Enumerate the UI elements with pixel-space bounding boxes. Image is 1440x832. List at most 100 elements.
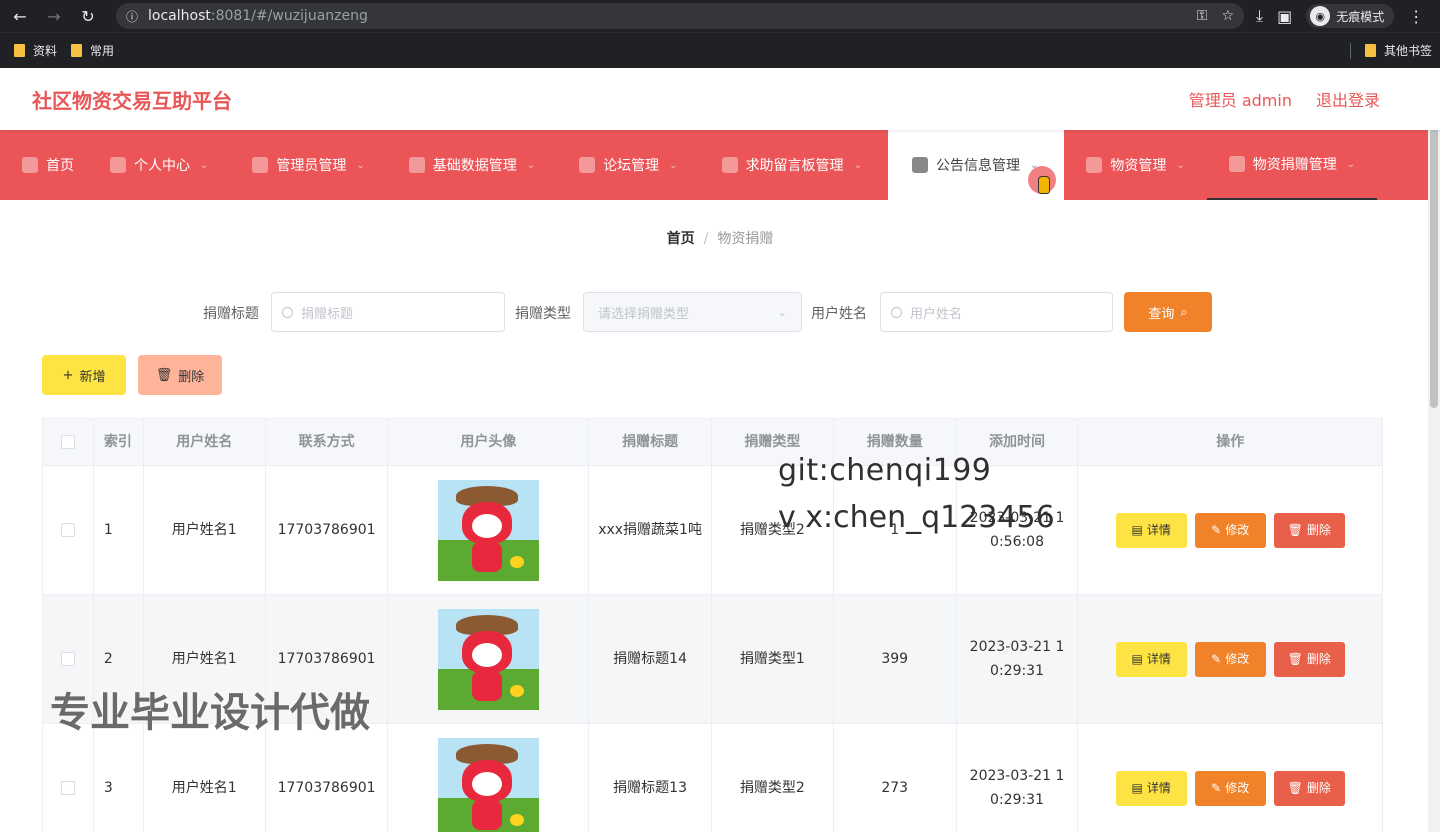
document-icon: ▤: [1131, 652, 1143, 666]
reload-icon[interactable]: ↻: [74, 2, 102, 30]
sidepanel-icon[interactable]: ▣: [1277, 7, 1292, 26]
row-name: 用户姓名1: [144, 724, 266, 832]
menu-item-profile[interactable]: 个人中心 ⌄: [88, 130, 230, 200]
header-checkbox-cell: [43, 419, 94, 465]
edit-label: 修改: [1225, 652, 1250, 666]
avatar: [437, 737, 539, 832]
menu-item-donation[interactable]: 物资捐赠管理 ⌄: [1206, 130, 1378, 200]
edit-label: 修改: [1225, 523, 1250, 537]
donation-table: 索引 用户姓名 联系方式 用户头像 捐赠标题 捐赠类型 捐赠数量 添加时间 操作…: [42, 418, 1383, 832]
row-time-line2: 0:29:31: [990, 663, 1045, 679]
row-time-line2: 0:29:31: [990, 792, 1045, 808]
calendar-icon: [721, 157, 738, 173]
row-phone: 17703786901: [266, 724, 389, 832]
incognito-label: 无痕模式: [1336, 9, 1385, 24]
info-icon[interactable]: ⓘ: [126, 8, 138, 25]
location-icon: [1086, 157, 1103, 173]
watermark-ad: 专业毕业设计代做: [50, 690, 370, 736]
row-ops: ▤ 详情 ✎ 修改 🗑 删除: [1078, 724, 1382, 832]
row-checkbox[interactable]: [60, 781, 75, 795]
header-avatar: 用户头像: [388, 419, 590, 465]
other-bookmarks[interactable]: 其他书签: [1349, 42, 1432, 59]
header-phone: 联系方式: [266, 419, 389, 465]
delete-button[interactable]: 🗑 删除: [1273, 770, 1345, 806]
incognito-icon: ◉: [1310, 6, 1331, 26]
header-title: 捐赠标题: [589, 419, 712, 465]
edit-button[interactable]: ✎ 修改: [1194, 770, 1266, 806]
menu-label: 公告信息管理: [935, 158, 1020, 174]
menu-item-forum[interactable]: 论坛管理 ⌄: [557, 130, 699, 200]
row-name: 用户姓名1: [144, 466, 266, 594]
breadcrumb-home[interactable]: 首页: [667, 231, 695, 247]
table-row: 1 用户姓名1 17703786901 xxx捐赠蔬菜1吨 捐赠类型2 1 20…: [43, 465, 1382, 594]
row-avatar-cell: [388, 595, 590, 723]
type-select[interactable]: 请选择捐赠类型 ⌄: [583, 292, 802, 332]
key-icon[interactable]: ⚿: [1197, 8, 1208, 24]
delete-button[interactable]: 🗑 删除: [1273, 641, 1345, 677]
address-bar[interactable]: ⓘ localhost :8081/#/wuzijuanzeng ⚿ ☆: [116, 3, 1244, 29]
more-menu-icon[interactable]: ⋮: [1408, 7, 1424, 26]
header-index: 索引: [94, 419, 144, 465]
detail-button[interactable]: ▤ 详情: [1115, 770, 1187, 806]
user-label: 用户姓名: [811, 306, 867, 322]
menu-item-admin[interactable]: 管理员管理 ⌄: [230, 130, 386, 200]
mail-icon: [1228, 156, 1245, 172]
search-icon: [282, 306, 293, 318]
plus-icon: +: [62, 367, 74, 383]
admin-user: 管理员 admin: [1188, 91, 1292, 110]
trash-icon: 🗑: [1287, 781, 1303, 795]
select-all-checkbox[interactable]: [60, 435, 75, 449]
chevron-down-icon: ⌄: [356, 159, 365, 171]
row-time: 2023-03-21 1 0:29:31: [957, 724, 1079, 832]
menu-item-home[interactable]: 首页: [0, 130, 88, 200]
detail-label: 详情: [1146, 781, 1171, 795]
delete-button[interactable]: 🗑 删除: [1273, 512, 1345, 548]
star-icon[interactable]: ☆: [1221, 8, 1234, 24]
row-checkbox[interactable]: [60, 523, 75, 537]
title-placeholder: 捐赠标题: [301, 306, 354, 322]
download-icon[interactable]: ⤓: [1256, 6, 1263, 26]
pointer-hand-icon: [1038, 176, 1051, 194]
batch-delete-button[interactable]: 🗑 删除: [138, 355, 222, 395]
title-search-input[interactable]: 捐赠标题: [271, 292, 505, 332]
divider: [1349, 42, 1351, 59]
row-title: xxx捐赠蔬菜1吨: [589, 466, 712, 594]
forward-icon[interactable]: →: [40, 2, 68, 30]
chevron-down-icon: ⌄: [1176, 159, 1185, 171]
user-search-input[interactable]: 用户姓名: [880, 292, 1113, 332]
detail-button[interactable]: ▤ 详情: [1115, 512, 1187, 548]
search-icon: [891, 306, 902, 318]
logout-link[interactable]: 退出登录: [1316, 87, 1380, 111]
bookmark-folder[interactable]: 资料: [14, 42, 57, 59]
watermark-wechat: v x:chen_q123456: [778, 500, 1055, 535]
row-time-line1: 2023-03-21 1: [969, 768, 1065, 784]
site-header: 社区物资交易互助平台 管理员 admin 退出登录: [0, 68, 1440, 130]
edit-button[interactable]: ✎ 修改: [1194, 512, 1266, 548]
bookmark-folder[interactable]: 常用: [71, 42, 114, 59]
row-checkbox-cell: [43, 724, 94, 832]
menu-item-supplies[interactable]: 物资管理 ⌄: [1064, 130, 1206, 200]
menu-item-help-board[interactable]: 求助留言板管理 ⌄: [700, 130, 884, 200]
user-icon: [579, 157, 596, 173]
add-label: 新增: [79, 369, 106, 385]
row-type: 捐赠类型1: [712, 595, 834, 723]
row-phone: 17703786901: [266, 466, 389, 594]
add-button[interactable]: + 新增: [42, 355, 126, 395]
site-title: 社区物资交易互助平台: [32, 88, 232, 113]
edit-button[interactable]: ✎ 修改: [1194, 641, 1266, 677]
incognito-badge[interactable]: ◉ 无痕模式: [1306, 4, 1395, 28]
grid-icon: [408, 157, 425, 173]
back-icon[interactable]: ←: [6, 2, 34, 30]
menu-label: 论坛管理: [603, 158, 660, 174]
table-row: 3 用户姓名1 17703786901 捐赠标题13 捐赠类型2 273 202…: [43, 723, 1382, 832]
detail-button[interactable]: ▤ 详情: [1115, 641, 1187, 677]
page-scrollbar[interactable]: [1428, 68, 1440, 832]
menu-item-notice[interactable]: 公告信息管理 ⌄: [887, 130, 1065, 200]
row-title: 捐赠标题13: [589, 724, 712, 832]
breadcrumb-current: 物资捐赠: [717, 231, 774, 247]
row-checkbox[interactable]: [60, 652, 75, 666]
menu-item-basedata[interactable]: 基础数据管理 ⌄: [387, 130, 557, 200]
bookmark-label: 常用: [90, 44, 115, 58]
query-button[interactable]: 查询 ⌕: [1124, 292, 1212, 332]
user-placeholder: 用户姓名: [910, 306, 963, 322]
